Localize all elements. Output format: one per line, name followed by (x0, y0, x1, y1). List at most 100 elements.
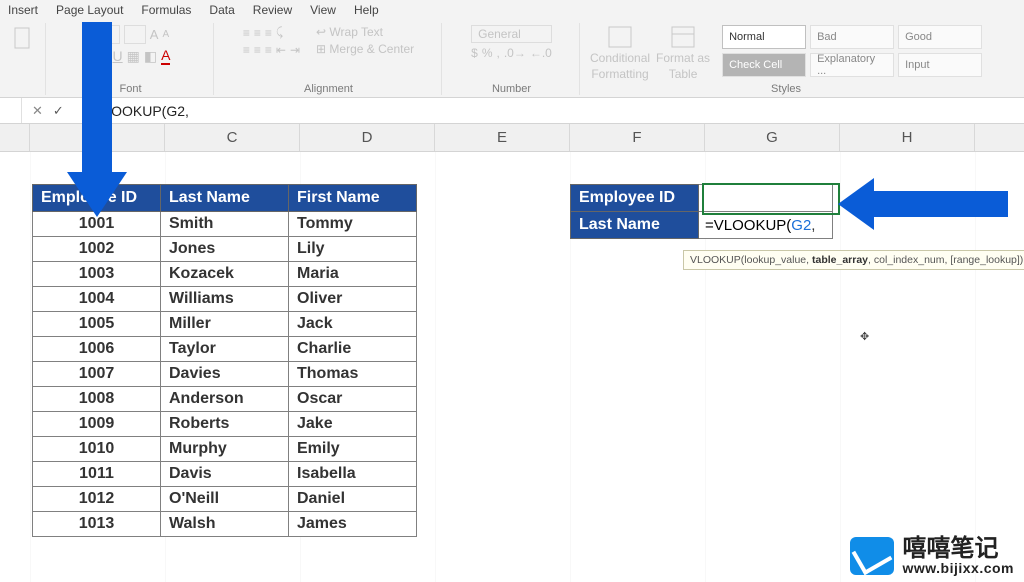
cell-g3-formula[interactable]: =VLOOKUP(G2, (699, 212, 833, 239)
font-family-box[interactable] (91, 25, 121, 44)
style-check-cell[interactable]: Check Cell (722, 53, 806, 77)
percent-button[interactable]: % (482, 46, 493, 60)
cell-last-name[interactable]: Taylor (161, 337, 289, 362)
cell-last-name[interactable]: Smith (161, 212, 289, 237)
cancel-formula-icon[interactable]: ✕ (32, 103, 43, 119)
cell-last-name[interactable]: Roberts (161, 412, 289, 437)
cell-first-name[interactable]: Thomas (289, 362, 417, 387)
comma-button[interactable]: , (496, 46, 499, 60)
italic-button[interactable]: I (105, 48, 109, 64)
table-row[interactable]: 1011DavisIsabella (33, 462, 417, 487)
confirm-formula-icon[interactable]: ✓ (53, 103, 64, 119)
cell-first-name[interactable]: Lily (289, 237, 417, 262)
cell-last-name[interactable]: Walsh (161, 512, 289, 537)
cell-last-name[interactable]: Williams (161, 287, 289, 312)
cell-last-name[interactable]: Jones (161, 237, 289, 262)
style-good[interactable]: Good (898, 25, 982, 49)
cell-first-name[interactable]: Maria (289, 262, 417, 287)
border-button[interactable]: ▦ (127, 48, 140, 65)
style-input[interactable]: Input (898, 53, 982, 77)
format-as-table-button[interactable]: Format as Table (656, 25, 710, 81)
cell-first-name[interactable]: Emily (289, 437, 417, 462)
style-normal[interactable]: Normal (722, 25, 806, 49)
cell-first-name[interactable]: Oliver (289, 287, 417, 312)
merge-center-button[interactable]: ⊞ Merge & Center (316, 42, 414, 56)
decrease-font-icon[interactable]: A (162, 29, 169, 40)
worksheet[interactable]: Employee ID Last Name First Name 1001Smi… (0, 152, 1024, 582)
col-corner[interactable] (0, 124, 30, 151)
cell-employee-id[interactable]: 1012 (33, 487, 161, 512)
cell-first-name[interactable]: Daniel (289, 487, 417, 512)
cell-employee-id[interactable]: 1002 (33, 237, 161, 262)
table-row[interactable]: 1013WalshJames (33, 512, 417, 537)
table-row[interactable]: 1004WilliamsOliver (33, 287, 417, 312)
table-row[interactable]: 1001SmithTommy (33, 212, 417, 237)
table-row[interactable]: 1005MillerJack (33, 312, 417, 337)
font-color-button[interactable]: A (161, 47, 170, 65)
cell-employee-id[interactable]: 1011 (33, 462, 161, 487)
increase-decimal-icon[interactable]: .0→ (504, 46, 526, 60)
cell-last-name[interactable]: Kozacek (161, 262, 289, 287)
table-row[interactable]: 1007DaviesThomas (33, 362, 417, 387)
tab-review[interactable]: Review (253, 3, 292, 17)
table-row[interactable]: 1008AndersonOscar (33, 387, 417, 412)
table-row[interactable]: 1003KozacekMaria (33, 262, 417, 287)
cell-employee-id[interactable]: 1007 (33, 362, 161, 387)
cell-last-name[interactable]: Murphy (161, 437, 289, 462)
table-row[interactable]: 1010MurphyEmily (33, 437, 417, 462)
lookup-label-empid[interactable]: Employee ID (571, 185, 699, 212)
cell-g2[interactable] (699, 185, 833, 212)
table-row[interactable]: 1006TaylorCharlie (33, 337, 417, 362)
column-headers[interactable]: C D E F G H (0, 124, 1024, 152)
orientation-icon[interactable]: ⤹ (276, 25, 283, 40)
conditional-formatting-button[interactable]: Conditional Formatting (590, 25, 650, 81)
number-format-box[interactable]: General (471, 25, 552, 43)
cell-last-name[interactable]: Miller (161, 312, 289, 337)
paste-button[interactable] (12, 25, 34, 53)
cell-first-name[interactable]: Charlie (289, 337, 417, 362)
cell-last-name[interactable]: Anderson (161, 387, 289, 412)
fill-color-button[interactable]: ◧ (144, 48, 157, 65)
th-first-name[interactable]: First Name (289, 185, 417, 212)
name-box[interactable] (0, 98, 22, 123)
style-bad[interactable]: Bad (810, 25, 894, 49)
tab-help[interactable]: Help (354, 3, 379, 17)
cell-employee-id[interactable]: 1008 (33, 387, 161, 412)
cell-last-name[interactable]: Davis (161, 462, 289, 487)
col-g[interactable]: G (705, 124, 840, 151)
cell-first-name[interactable]: James (289, 512, 417, 537)
table-row[interactable]: 1002JonesLily (33, 237, 417, 262)
cell-employee-id[interactable]: 1003 (33, 262, 161, 287)
lookup-label-lastname[interactable]: Last Name (571, 212, 699, 239)
style-explanatory[interactable]: Explanatory ... (810, 53, 894, 77)
cell-employee-id[interactable]: 1005 (33, 312, 161, 337)
currency-button[interactable]: $ (471, 46, 478, 60)
col-e[interactable]: E (435, 124, 570, 151)
col-d[interactable]: D (300, 124, 435, 151)
col-c[interactable]: C (165, 124, 300, 151)
cell-first-name[interactable]: Jake (289, 412, 417, 437)
cell-first-name[interactable]: Isabella (289, 462, 417, 487)
cell-last-name[interactable]: O'Neill (161, 487, 289, 512)
tab-formulas[interactable]: Formulas (141, 3, 191, 17)
tab-view[interactable]: View (310, 3, 336, 17)
col-h[interactable]: H (840, 124, 975, 151)
table-row[interactable]: 1012O'NeillDaniel (33, 487, 417, 512)
cell-first-name[interactable]: Oscar (289, 387, 417, 412)
cell-employee-id[interactable]: 1013 (33, 512, 161, 537)
cell-employee-id[interactable]: 1010 (33, 437, 161, 462)
formula-input[interactable]: =VLOOKUP(G2, (74, 103, 189, 119)
cell-employee-id[interactable]: 1006 (33, 337, 161, 362)
indent-decrease-icon[interactable]: ⇤ (276, 43, 286, 57)
cell-employee-id[interactable]: 1001 (33, 212, 161, 237)
decrease-decimal-icon[interactable]: ←.0 (530, 46, 552, 60)
bold-button[interactable]: B (91, 48, 101, 64)
th-employee-id[interactable]: Employee ID (33, 185, 161, 212)
increase-font-icon[interactable]: A (150, 27, 159, 42)
tab-data[interactable]: Data (209, 3, 234, 17)
indent-increase-icon[interactable]: ⇥ (290, 43, 300, 57)
wrap-text-button[interactable]: ↩ Wrap Text (316, 25, 383, 39)
tab-page-layout[interactable]: Page Layout (56, 3, 123, 17)
cell-employee-id[interactable]: 1004 (33, 287, 161, 312)
th-last-name[interactable]: Last Name (161, 185, 289, 212)
